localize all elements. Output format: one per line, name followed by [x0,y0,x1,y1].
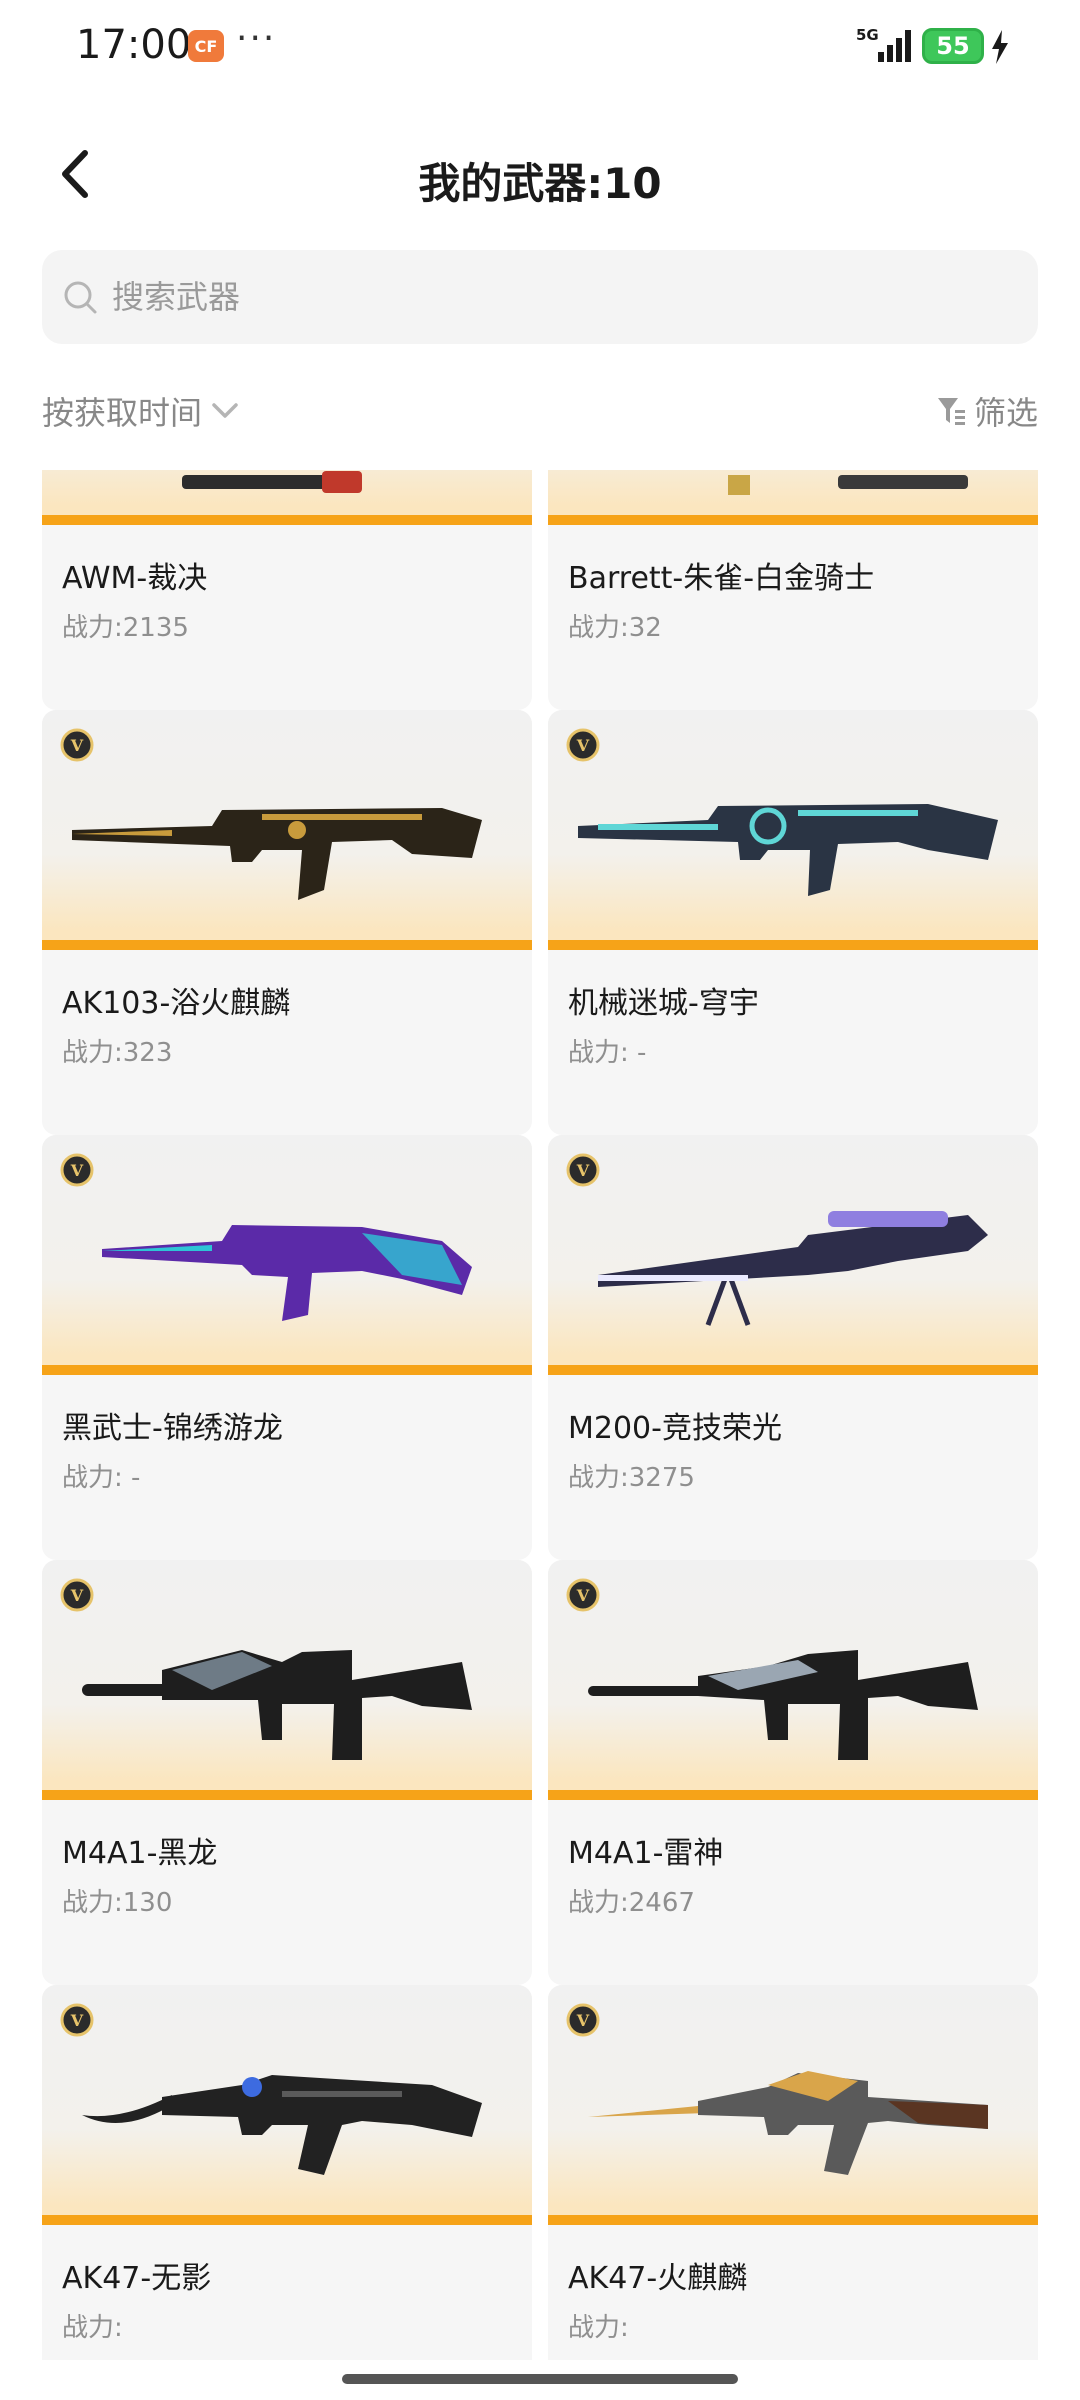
weapon-image: V [548,710,1038,950]
signal-icon: 5G [856,26,911,62]
weapon-name: Barrett-朱雀-白金骑士 [568,561,875,596]
weapon-name: AK47-无影 [62,2261,212,2296]
weapon-name: AWM-裁决 [62,561,208,596]
page-title: 我的武器:10 [418,159,662,208]
weapon-name: M4A1-雷神 [568,1836,724,1871]
weapon-card[interactable]: V AK103-浴火麒麟 战力:323 [42,710,532,1135]
weapon-art [588,1650,978,1760]
weapon-name: AK103-浴火麒麟 [62,986,291,1021]
weapon-power: 战力:130 [62,1888,173,1918]
weapon-art [588,2071,988,2175]
weapon-card[interactable]: V M200-竞技荣光 战力:3275 [548,1135,1038,1560]
weapon-power: 战力: - [62,1463,141,1493]
home-indicator[interactable] [342,2374,738,2384]
weapon-image: V [42,1985,532,2225]
sort-label: 按获取时间 [42,394,203,432]
rarity-stripe [42,1790,532,1800]
weapon-power: 战力:2135 [62,613,189,643]
weapon-name: AK47-火麒麟 [568,2261,748,2296]
weapon-card[interactable]: AWM-裁决 战力:2135 [42,470,532,710]
app-notification-icon: CF [188,30,224,62]
weapon-power: 战力:3275 [568,1463,695,1493]
chevron-down-icon [212,403,238,418]
rarity-stripe [548,940,1038,950]
weapon-image [548,470,1038,525]
rarity-stripe [42,515,532,525]
weapon-image: V [42,1135,532,1375]
list-toolbar: 按获取时间 筛选 [42,380,1038,440]
weapon-card[interactable]: Barrett-朱雀-白金骑士 战力:32 [548,470,1038,710]
weapon-image: V [42,710,532,950]
rarity-stripe [42,940,532,950]
weapon-power: 战力: - [568,1038,647,1068]
weapon-image: V [548,1985,1038,2225]
weapon-card[interactable]: V M4A1-雷神 战力:2467 [548,1560,1038,1985]
more-notifications-icon: ··· [236,18,277,59]
weapon-grid: AWM-裁决 战力:2135 Barrett-朱雀-白金骑士 战力:32 V A… [42,470,1038,2360]
nav-bar: 我的武器:10 [0,120,1080,230]
weapon-power: 战力: [568,2313,629,2343]
weapon-image: V [548,1135,1038,1375]
weapon-power: 战力:32 [568,613,662,643]
weapon-image: V [548,1560,1038,1800]
weapon-card[interactable]: V M4A1-黑龙 战力:130 [42,1560,532,1985]
weapon-art [72,808,482,900]
search-bar[interactable] [42,250,1038,344]
weapon-art [82,1650,472,1760]
rarity-stripe [548,1365,1038,1375]
weapon-art [82,2075,482,2175]
status-time: 17:00 [76,22,192,68]
weapon-power: 战力:323 [62,1038,173,1068]
charging-icon [992,30,1008,64]
weapon-art [728,475,968,495]
network-type: 5G [856,26,879,44]
weapon-image: V [42,1560,532,1800]
weapon-card[interactable]: V AK47-火麒麟 战力: [548,1985,1038,2360]
weapon-art [598,1211,988,1326]
weapon-name: M200-竞技荣光 [568,1411,782,1446]
filter-label: 筛选 [973,394,1038,432]
filter-button[interactable]: 筛选 [936,388,1038,434]
weapon-name: 机械迷城-穹宇 [568,986,759,1021]
weapon-art [102,1225,472,1321]
search-input[interactable] [112,278,992,316]
weapon-image [42,470,532,525]
weapon-power: 战力:2467 [568,1888,695,1918]
rarity-stripe [548,515,1038,525]
weapon-name: M4A1-黑龙 [62,1836,218,1871]
weapon-art [182,471,362,493]
weapon-card[interactable]: V 黑武士-锦绣游龙 战力: - [42,1135,532,1560]
weapon-card[interactable]: V 机械迷城-穹宇 战力: - [548,710,1038,1135]
weapon-art [578,804,998,896]
search-icon [64,281,97,314]
filter-icon [937,398,965,425]
rarity-stripe [42,1365,532,1375]
battery-level: 55 [922,28,984,64]
weapon-name: 黑武士-锦绣游龙 [62,1411,283,1446]
weapon-card[interactable]: V AK47-无影 战力: [42,1985,532,2360]
status-bar: 17:00 CF ··· 5G 55 [0,0,1080,90]
rarity-stripe [548,1790,1038,1800]
rarity-stripe [548,2215,1038,2225]
sort-dropdown[interactable]: 按获取时间 [42,388,240,434]
weapon-power: 战力: [62,2313,123,2343]
rarity-stripe [42,2215,532,2225]
